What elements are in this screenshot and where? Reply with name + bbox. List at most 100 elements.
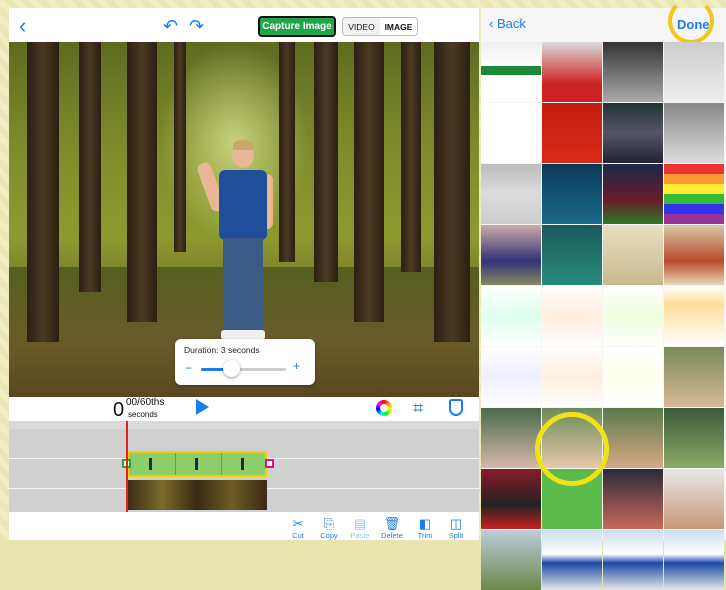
delete-button[interactable]: 🗑︎ Delete — [377, 517, 407, 540]
photo-thumbnail[interactable] — [603, 103, 663, 163]
photo-thumbnail[interactable] — [603, 469, 663, 529]
child-legs — [223, 238, 263, 333]
duration-popover: Duration: 3 seconds − + — [175, 339, 315, 385]
child-shirt — [219, 170, 267, 240]
photo-thumbnail[interactable] — [664, 347, 724, 407]
back-label: Back — [496, 16, 526, 31]
photo-thumbnail[interactable] — [481, 408, 541, 468]
copy-icon: ⎘ — [323, 516, 335, 531]
photo-thumbnail[interactable] — [664, 286, 724, 346]
photo-thumbnail[interactable] — [603, 347, 663, 407]
timecode-fraction: 00/60ths — [126, 397, 165, 408]
photo-thumbnail[interactable] — [542, 225, 602, 285]
mode-image-tab[interactable]: IMAGE — [380, 18, 417, 35]
photo-thumbnail[interactable] — [603, 530, 663, 590]
photo-thumbnail[interactable] — [542, 164, 602, 224]
duration-increase-button[interactable]: + — [293, 359, 300, 373]
play-icon[interactable] — [196, 399, 209, 415]
split-button[interactable]: ◫ Split — [441, 517, 471, 540]
cut-button[interactable]: ✂ Cut — [283, 517, 313, 540]
back-button[interactable]: ‹ Back — [489, 16, 526, 31]
capture-image-button[interactable]: Capture Image — [258, 16, 336, 37]
tree-trunk — [314, 42, 338, 282]
greenscreen-clip[interactable] — [127, 451, 267, 477]
tree-trunk — [79, 42, 101, 292]
photo-thumbnail[interactable] — [603, 408, 663, 468]
photo-thumbnail[interactable] — [664, 530, 724, 590]
split-label: Split — [448, 531, 464, 540]
mask-icon[interactable] — [449, 399, 463, 416]
trim-label: Trim — [417, 531, 433, 540]
paste-button[interactable]: ▤ Paste — [345, 517, 375, 540]
preview-canvas[interactable]: Duration: 3 seconds − + — [9, 42, 479, 397]
clip-end-handle[interactable] — [265, 459, 274, 468]
photo-thumbnail[interactable] — [481, 530, 541, 590]
duration-slider-thumb[interactable] — [222, 360, 240, 377]
timecode-seconds: 0 — [113, 399, 125, 421]
photo-thumbnail[interactable] — [664, 42, 724, 102]
tree-trunk — [279, 42, 295, 262]
tree-trunk — [401, 42, 421, 272]
crop-icon[interactable]: ⌗ — [413, 399, 423, 417]
timecode-unit: seconds — [128, 410, 158, 419]
clip-frame — [221, 453, 267, 475]
duration-decrease-button[interactable]: − — [185, 361, 192, 375]
photo-thumbnail[interactable] — [542, 530, 602, 590]
done-highlight-ring — [668, 0, 714, 44]
photo-thumbnail[interactable] — [603, 286, 663, 346]
photo-thumbnail[interactable] — [481, 225, 541, 285]
photo-picker-header: ‹ Back Done — [481, 0, 726, 44]
tree-trunk — [127, 42, 157, 322]
undo-icon[interactable]: ↶ — [163, 16, 178, 36]
photo-thumbnail[interactable] — [603, 42, 663, 102]
photo-thumbnail[interactable] — [603, 164, 663, 224]
edit-toolbar — [9, 512, 479, 540]
editor-toolbar: ‹ ↶ ↷ Capture Image VIDEO IMAGE — [9, 8, 479, 42]
mode-segmented-control: VIDEO IMAGE — [342, 17, 418, 36]
background-clip[interactable] — [127, 480, 267, 510]
paste-icon: ▤ — [353, 516, 367, 531]
photo-thumbnail[interactable] — [542, 103, 602, 163]
redo-icon[interactable]: ↷ — [189, 16, 204, 36]
clip-frame — [175, 453, 222, 475]
paste-label: Paste — [350, 531, 370, 540]
photo-thumbnail[interactable] — [664, 408, 724, 468]
photo-grid — [481, 42, 726, 590]
cut-label: Cut — [292, 531, 304, 540]
scissors-icon: ✂ — [292, 516, 304, 531]
photo-thumbnail[interactable] — [481, 347, 541, 407]
selection-highlight-ring — [535, 412, 609, 486]
photo-thumbnail[interactable] — [481, 42, 541, 102]
photo-thumbnail[interactable] — [664, 164, 724, 224]
playhead[interactable] — [126, 421, 128, 513]
photo-thumbnail[interactable] — [481, 286, 541, 346]
tree-trunk — [354, 42, 384, 322]
photo-thumbnail[interactable] — [542, 347, 602, 407]
photo-thumbnail[interactable] — [664, 103, 724, 163]
chevron-left-icon[interactable]: ‹ — [19, 15, 26, 37]
tree-trunk — [434, 42, 470, 342]
trash-icon: 🗑︎ — [383, 516, 401, 531]
duration-label: Duration: 3 seconds — [184, 345, 260, 355]
duration-slider[interactable] — [201, 360, 286, 377]
editor-panel: ‹ ↶ ↷ Capture Image VIDEO IMAGE Duration… — [9, 8, 479, 540]
copy-label: Copy — [320, 531, 338, 540]
photo-thumbnail[interactable] — [542, 286, 602, 346]
color-wheel-icon[interactable] — [376, 400, 392, 416]
photo-thumbnail[interactable] — [664, 469, 724, 529]
photo-thumbnail[interactable] — [664, 225, 724, 285]
copy-button[interactable]: ⎘ Copy — [314, 517, 344, 540]
delete-label: Delete — [381, 531, 403, 540]
photo-thumbnail[interactable] — [481, 103, 541, 163]
mode-video-tab[interactable]: VIDEO — [343, 18, 380, 35]
child-hair — [233, 140, 253, 150]
split-icon: ◫ — [449, 516, 463, 531]
photo-thumbnail[interactable] — [603, 225, 663, 285]
tree-trunk — [27, 42, 59, 342]
trim-icon: ◧ — [418, 516, 432, 531]
photo-thumbnail[interactable] — [481, 469, 541, 529]
photo-thumbnail[interactable] — [481, 164, 541, 224]
clip-frame — [129, 453, 176, 475]
trim-button[interactable]: ◧ Trim — [410, 517, 440, 540]
photo-thumbnail[interactable] — [542, 42, 602, 102]
